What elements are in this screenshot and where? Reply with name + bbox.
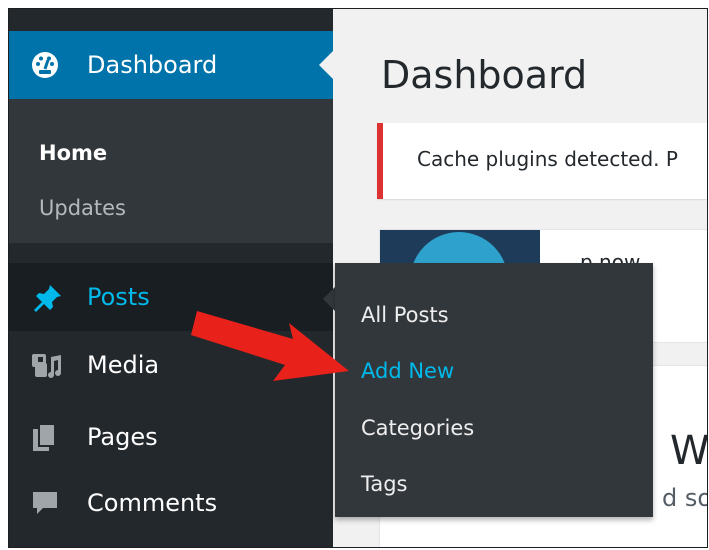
submenu-item-updates[interactable]: Updates bbox=[39, 196, 126, 220]
sidebar-top bbox=[9, 9, 333, 31]
page-title: Dashboard bbox=[381, 53, 588, 97]
sidebar-item-label: Dashboard bbox=[87, 51, 218, 79]
sidebar-item-label: Pages bbox=[87, 423, 158, 451]
flyout-item-tags[interactable]: Tags bbox=[361, 472, 408, 496]
submenu-item-home[interactable]: Home bbox=[39, 141, 107, 165]
welcome-subheading: d so bbox=[662, 484, 708, 512]
current-menu-pointer bbox=[319, 51, 333, 79]
flyout-item-add-new[interactable]: Add New bbox=[361, 359, 454, 383]
sidebar-item-label: Comments bbox=[87, 489, 218, 517]
sidebar-item-label: Posts bbox=[87, 283, 150, 311]
welcome-heading: Wo bbox=[670, 428, 708, 474]
gauge-icon bbox=[32, 52, 58, 78]
sidebar-item-comments[interactable]: Comments bbox=[9, 469, 333, 537]
comment-icon bbox=[33, 492, 57, 514]
sidebar-item-label: Media bbox=[87, 351, 160, 379]
pages-icon bbox=[33, 423, 56, 451]
sidebar-item-dashboard[interactable]: Dashboard bbox=[9, 31, 333, 99]
wp-admin-frame: Dashboard Home Updates Posts Media Pages… bbox=[8, 8, 708, 548]
posts-flyout-menu: All Posts Add New Categories Tags bbox=[335, 263, 653, 517]
pushpin-icon bbox=[34, 285, 61, 312]
dashboard-submenu bbox=[9, 99, 333, 243]
sidebar-item-pages[interactable]: Pages bbox=[9, 403, 333, 471]
media-icon bbox=[32, 354, 61, 378]
flyout-item-all-posts[interactable]: All Posts bbox=[361, 303, 449, 327]
flyout-item-categories[interactable]: Categories bbox=[361, 416, 474, 440]
notice-text: Cache plugins detected. P bbox=[417, 147, 678, 171]
admin-sidebar: Dashboard Home Updates Posts Media Pages… bbox=[9, 9, 333, 547]
cache-notice: Cache plugins detected. P bbox=[377, 123, 707, 199]
annotation-arrow-icon bbox=[191, 311, 349, 381]
